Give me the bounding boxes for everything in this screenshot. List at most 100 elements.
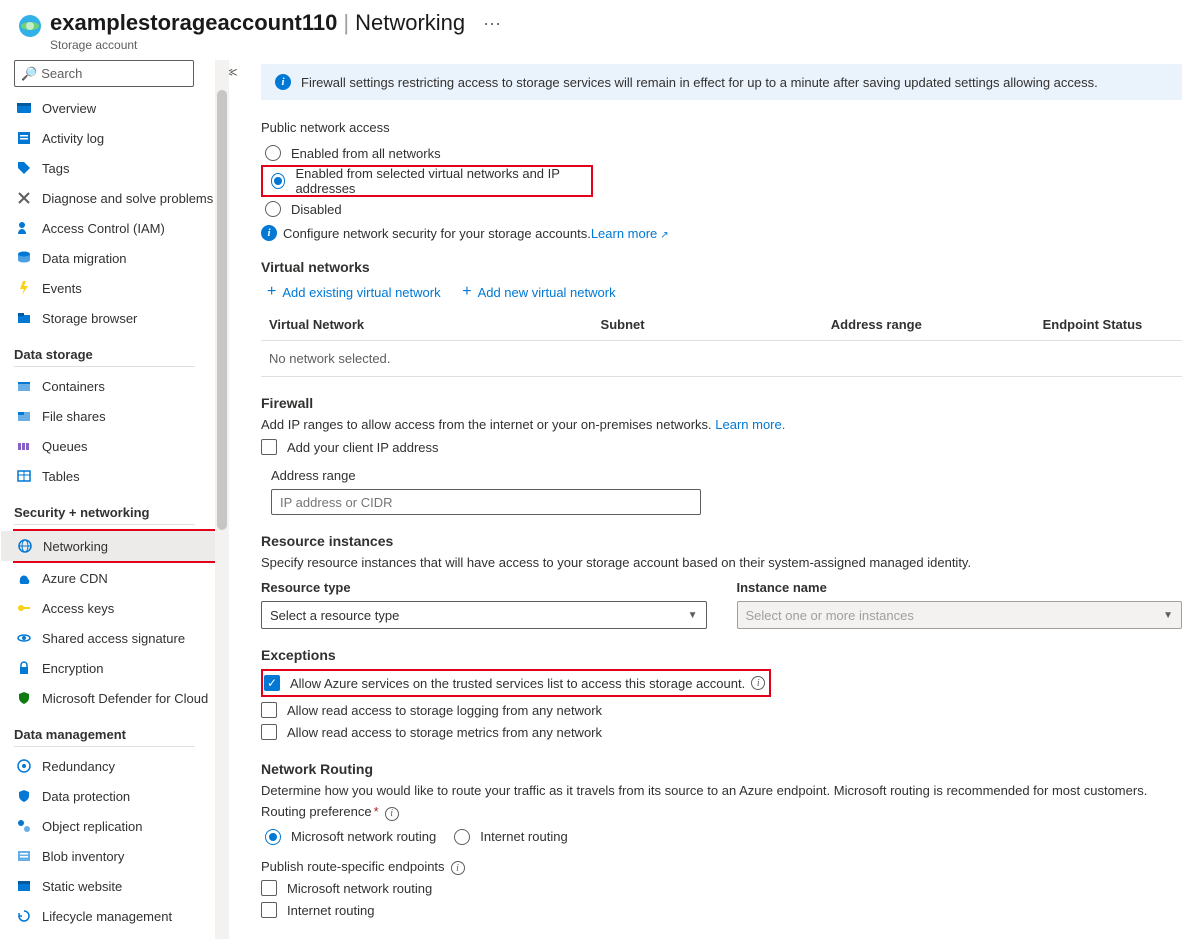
add-client-ip-checkbox[interactable]: Add your client IP address — [261, 436, 1182, 458]
nav-overview[interactable]: Overview — [14, 93, 215, 123]
queues-icon — [16, 438, 32, 454]
firewall-heading: Firewall — [261, 395, 1182, 411]
storage-account-icon — [18, 14, 42, 38]
radio-all-networks[interactable]: Enabled from all networks — [261, 141, 1182, 165]
title-divider: | — [343, 10, 349, 36]
search-placeholder: Search — [41, 66, 82, 81]
more-button[interactable]: ··· — [483, 13, 501, 34]
add-existing-vnet-button[interactable]: +Add existing virtual network — [267, 283, 441, 301]
chevron-down-icon: ▼ — [688, 610, 698, 621]
instance-name-select[interactable]: Select one or more instances▼ — [737, 601, 1183, 629]
static-website-icon — [16, 878, 32, 894]
resource-type-select[interactable]: Select a resource type▼ — [261, 601, 707, 629]
nav-data-migration[interactable]: Data migration — [14, 243, 215, 273]
routing-internet-radio[interactable]: Internet routing — [450, 825, 567, 849]
object-replication-icon — [16, 818, 32, 834]
sidebar-search[interactable]: 🔎 Search — [14, 60, 194, 87]
resource-type-label: Resource type — [261, 580, 707, 595]
nav-tags[interactable]: Tags — [14, 153, 215, 183]
nav-access-control[interactable]: Access Control (IAM) — [14, 213, 215, 243]
lifecycle-icon — [16, 908, 32, 924]
col-vnet: Virtual Network — [261, 309, 593, 341]
trusted-services-checkbox[interactable]: ✓Allow Azure services on the trusted ser… — [264, 672, 765, 694]
nav-networking[interactable]: Networking — [1, 531, 215, 561]
learn-more-link[interactable]: Learn more↗ — [591, 226, 669, 241]
chevron-down-icon: ▼ — [1163, 610, 1173, 621]
exceptions-heading: Exceptions — [261, 647, 1182, 663]
networking-icon — [17, 538, 33, 554]
col-status: Endpoint Status — [1035, 309, 1182, 341]
plus-icon: + — [462, 283, 471, 301]
diagnose-icon — [16, 190, 32, 206]
cdn-icon — [16, 570, 32, 586]
keys-icon — [16, 600, 32, 616]
add-new-vnet-button[interactable]: +Add new virtual network — [462, 283, 615, 301]
nav-file-shares[interactable]: File shares — [14, 401, 215, 431]
routing-pref-label: Routing preference*i — [261, 804, 1182, 821]
data-protection-icon — [16, 788, 32, 804]
resource-name: examplestorageaccount110 — [50, 10, 337, 36]
tables-icon — [16, 468, 32, 484]
col-subnet: Subnet — [593, 309, 823, 341]
nav-object-replication[interactable]: Object replication — [14, 811, 215, 841]
radio-disabled[interactable]: Disabled — [261, 197, 1182, 221]
defender-icon — [16, 690, 32, 706]
nav-data-protection[interactable]: Data protection — [14, 781, 215, 811]
sas-icon — [16, 630, 32, 646]
nav-activity-log[interactable]: Activity log — [14, 123, 215, 153]
publish-endpoints-label: Publish route-specific endpointsi — [261, 859, 1182, 876]
routing-ms-radio[interactable]: Microsoft network routing — [261, 825, 436, 849]
logging-checkbox[interactable]: Allow read access to storage logging fro… — [261, 699, 1182, 721]
info-icon: i — [261, 225, 277, 241]
resource-type-label: Storage account — [50, 38, 501, 52]
info-icon[interactable]: i — [751, 676, 765, 690]
external-link-icon: ↗ — [660, 230, 668, 241]
radio-selected-highlight: Enabled from selected virtual networks a… — [261, 165, 593, 197]
nav-lifecycle[interactable]: Lifecycle management — [14, 901, 215, 931]
nav-tables[interactable]: Tables — [14, 461, 215, 491]
publish-ms-checkbox[interactable]: Microsoft network routing — [261, 877, 1182, 899]
exceptions-trusted-highlight: ✓Allow Azure services on the trusted ser… — [261, 669, 771, 697]
info-icon[interactable]: i — [451, 861, 465, 875]
radio-selected-networks[interactable]: Enabled from selected virtual networks a… — [267, 169, 587, 193]
events-icon — [16, 280, 32, 296]
info-icon[interactable]: i — [385, 807, 399, 821]
sidebar-scrollbar[interactable] — [215, 60, 229, 939]
encryption-icon — [16, 660, 32, 676]
routing-heading: Network Routing — [261, 761, 1182, 777]
instance-name-label: Instance name — [737, 580, 1183, 595]
nav-group-security: Security + networking — [14, 505, 215, 520]
nav-storage-browser[interactable]: Storage browser — [14, 303, 215, 333]
resource-instances-desc: Specify resource instances that will hav… — [261, 555, 1182, 570]
nav-sas[interactable]: Shared access signature — [14, 623, 215, 653]
nav-encryption[interactable]: Encryption — [14, 653, 215, 683]
metrics-checkbox[interactable]: Allow read access to storage metrics fro… — [261, 721, 1182, 743]
firewall-learn-more[interactable]: Learn more. — [715, 417, 785, 432]
redundancy-icon — [16, 758, 32, 774]
vnet-heading: Virtual networks — [261, 259, 1182, 275]
address-range-input[interactable] — [271, 489, 701, 515]
tags-icon — [16, 160, 32, 176]
nav-access-keys[interactable]: Access keys — [14, 593, 215, 623]
nav-diagnose[interactable]: Diagnose and solve problems — [14, 183, 215, 213]
access-control-icon — [16, 220, 32, 236]
data-migration-icon — [16, 250, 32, 266]
vnet-table: Virtual Network Subnet Address range End… — [261, 309, 1182, 377]
nav-containers[interactable]: Containers — [14, 371, 215, 401]
sidebar: 🔎 Search ≪ Overview Activity log Tags Di… — [0, 60, 215, 939]
nav-redundancy[interactable]: Redundancy — [14, 751, 215, 781]
nav-static-website[interactable]: Static website — [14, 871, 215, 901]
nav-events[interactable]: Events — [14, 273, 215, 303]
banner-text: Firewall settings restricting access to … — [301, 75, 1098, 90]
resource-instances-heading: Resource instances — [261, 533, 1182, 549]
col-range: Address range — [823, 309, 1035, 341]
publish-internet-checkbox[interactable]: Internet routing — [261, 899, 1182, 921]
nav-queues[interactable]: Queues — [14, 431, 215, 461]
info-banner: i Firewall settings restricting access t… — [261, 64, 1182, 100]
plus-icon: + — [267, 283, 276, 301]
nav-defender[interactable]: Microsoft Defender for Cloud — [14, 683, 215, 713]
file-shares-icon — [16, 408, 32, 424]
nav-blob-inventory[interactable]: Blob inventory — [14, 841, 215, 871]
nav-group-data-mgmt: Data management — [14, 727, 215, 742]
nav-azure-cdn[interactable]: Azure CDN — [14, 563, 215, 593]
